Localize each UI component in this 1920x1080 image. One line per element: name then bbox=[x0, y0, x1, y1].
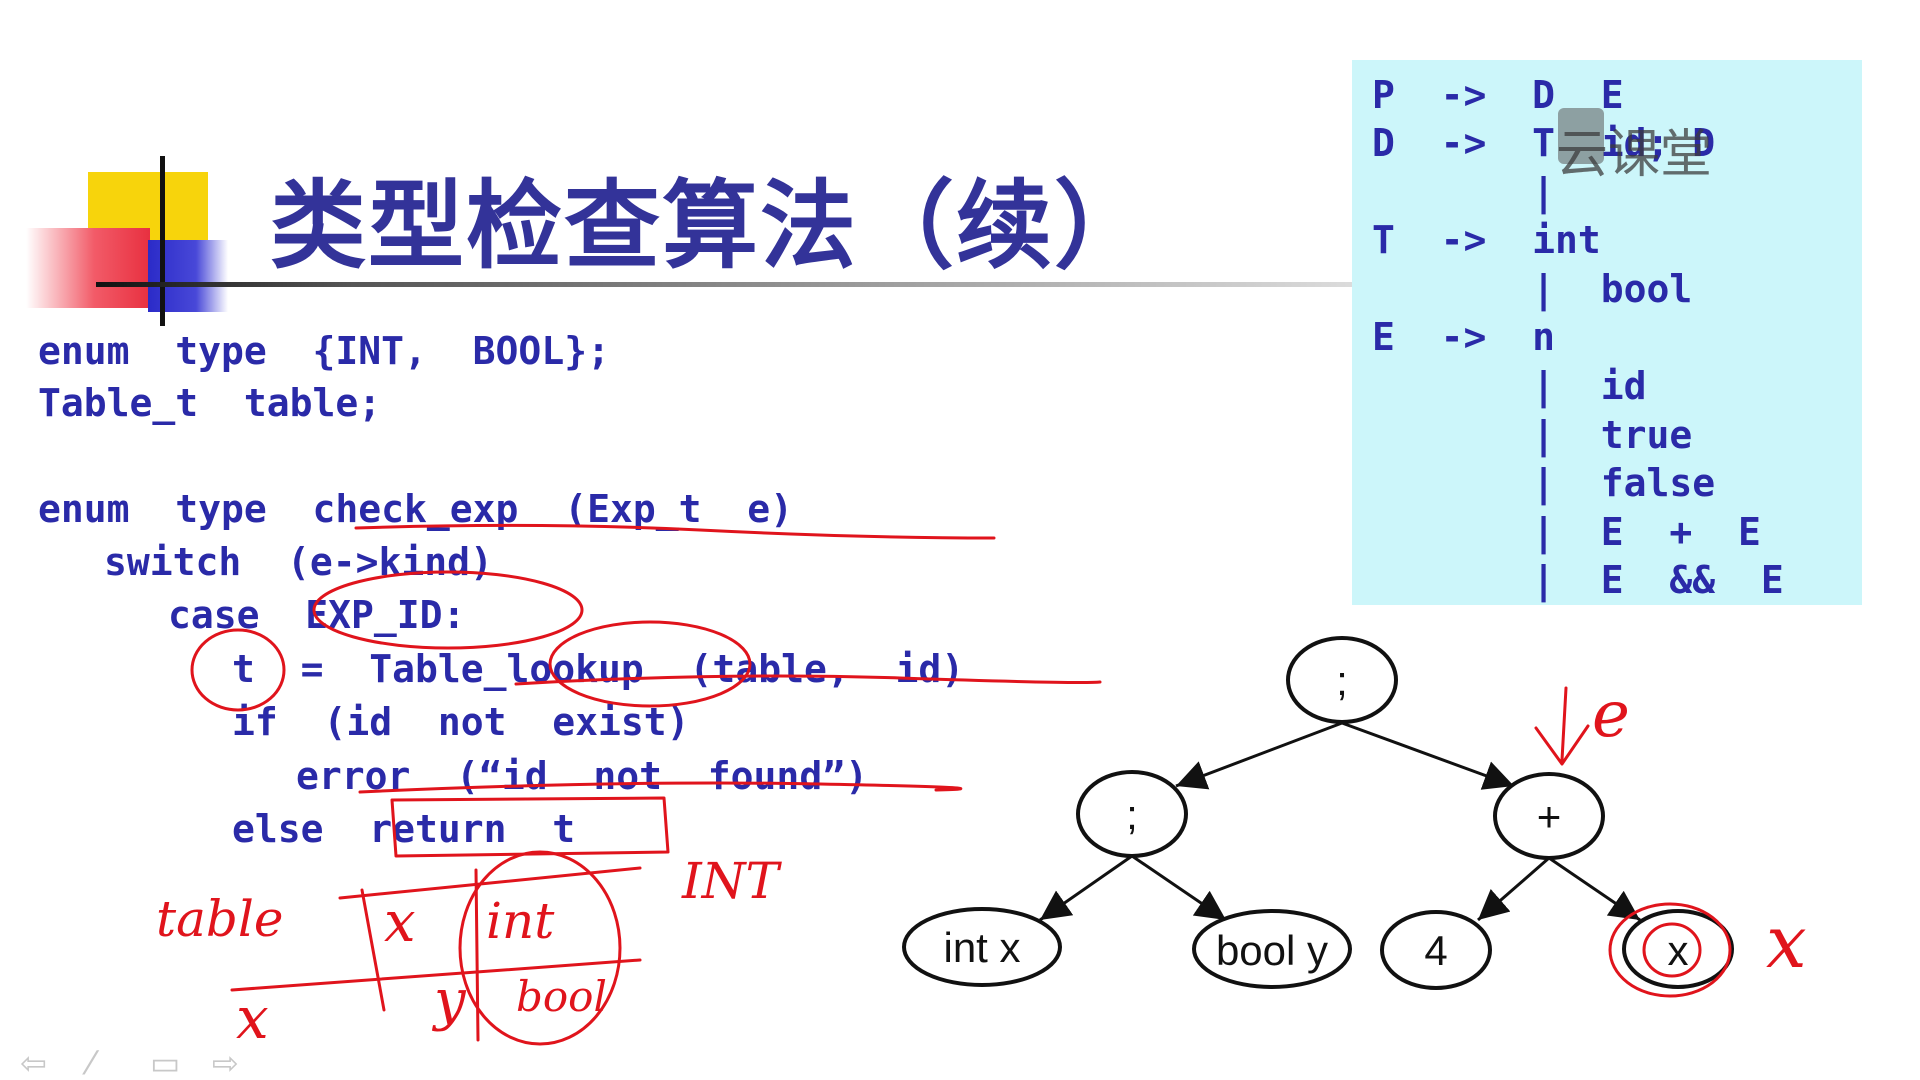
code-line: enum type check_exp (Exp_t e) bbox=[38, 487, 793, 531]
pen-icon[interactable]: ⁄ bbox=[88, 1044, 93, 1080]
grammar-line: | id bbox=[1372, 364, 1647, 408]
grammar-line: | false bbox=[1372, 461, 1716, 505]
tree-edge bbox=[1039, 854, 1133, 922]
grammar-line: | bbox=[1372, 170, 1556, 214]
grammar-line: | E && E bbox=[1372, 558, 1784, 602]
next-slide-icon[interactable]: ⇨ bbox=[212, 1044, 239, 1080]
ink-label-int: INT bbox=[682, 852, 779, 910]
grammar-line: E -> n bbox=[1372, 315, 1556, 359]
watermark-text: 云课堂 bbox=[1556, 125, 1713, 185]
code-line: switch (e->kind) bbox=[104, 540, 493, 584]
code-line: else return t bbox=[232, 807, 576, 851]
grammar-line: | bool bbox=[1372, 267, 1693, 311]
prev-slide-icon[interactable]: ⇦ bbox=[20, 1044, 47, 1080]
tree-node-left-label: ; bbox=[1126, 791, 1138, 838]
tree-edge bbox=[1477, 856, 1550, 922]
ink-cell-int: int bbox=[486, 892, 555, 950]
ink-label-e: e bbox=[1592, 678, 1630, 752]
ink-table bbox=[360, 888, 386, 1012]
decorative-red-block bbox=[26, 228, 150, 308]
ink-label-table: table bbox=[156, 890, 284, 948]
tree-edge bbox=[1131, 854, 1227, 922]
slide: 类型检查算法（续） P -> D E D -> T id; D | T -> i… bbox=[0, 0, 1920, 1080]
ink-table bbox=[474, 868, 480, 1042]
code-line: case EXP_ID: bbox=[168, 593, 466, 637]
tree-leaf-label: int x bbox=[943, 924, 1021, 971]
decorative-vertical-line bbox=[160, 156, 165, 326]
tree-edge bbox=[1548, 856, 1641, 922]
code-line: t = Table_lookup (table, id) bbox=[232, 647, 965, 691]
slide-title: 类型检查算法（续） bbox=[270, 170, 1152, 282]
tree-node-right-label: + bbox=[1536, 793, 1562, 840]
tree-leaf-label: bool y bbox=[1215, 927, 1329, 974]
code-line: if (id not exist) bbox=[232, 700, 690, 744]
code-line: error (“id not found”) bbox=[296, 754, 868, 798]
menu-icon[interactable]: ▭ bbox=[150, 1044, 180, 1080]
ink-cell-bool: bool bbox=[516, 972, 607, 1021]
ink-cell-y: y bbox=[434, 968, 466, 1033]
tree-node-root-label: ; bbox=[1336, 657, 1348, 704]
tree-edge bbox=[1341, 721, 1515, 790]
grammar-line: | true bbox=[1372, 413, 1693, 457]
grammar-line: | E + E bbox=[1372, 510, 1761, 554]
grammar-line: T -> int bbox=[1372, 218, 1601, 262]
tree-leaf-label: 4 bbox=[1424, 927, 1448, 974]
ink-lone-x: x bbox=[236, 984, 269, 1052]
code-line: Table_t table; bbox=[38, 381, 382, 425]
ink-arrow bbox=[1534, 686, 1590, 766]
ink-label-x: x bbox=[1766, 900, 1807, 984]
code-line: enum type {INT, BOOL}; bbox=[38, 329, 610, 373]
ink-cell-x: x bbox=[384, 890, 416, 955]
tree-edge bbox=[1175, 721, 1343, 790]
tree-leaf-label: x bbox=[1667, 927, 1689, 974]
